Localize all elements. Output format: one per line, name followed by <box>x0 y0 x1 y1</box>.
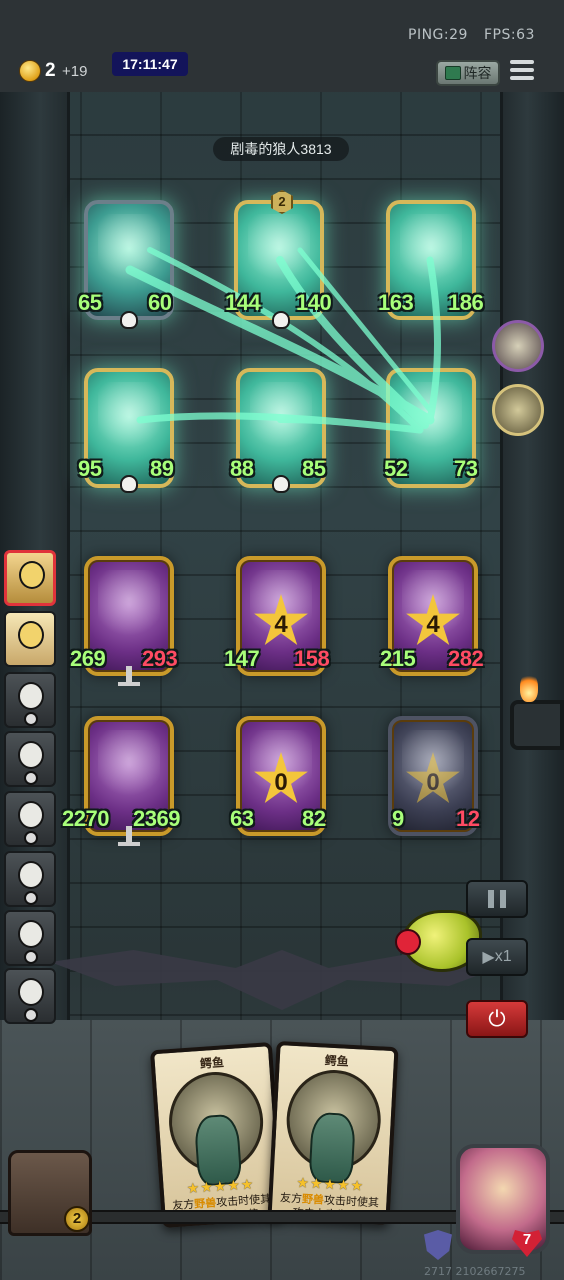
hand-card[interactable]: 鳄鱼 ★★★★★ 友方野兽攻击时使其攻击力变为3倍 <box>149 1041 285 1229</box>
menu-button[interactable] <box>510 60 534 82</box>
ally-health-value: 282 <box>448 646 484 671</box>
skull-icon <box>120 475 138 493</box>
player-portrait[interactable] <box>4 910 56 966</box>
enemy-health-value: 140 <box>296 290 332 315</box>
enemy-attack-value: 144 <box>225 290 261 315</box>
crocodile-icon <box>308 1111 357 1185</box>
exit-button[interactable]: ⏻ <box>466 1000 528 1038</box>
enemy-attack-value: 88 <box>230 456 254 481</box>
hand-card[interactable]: 鳄鱼 ★★★★★ 友方野兽攻击时使其攻击力变为3倍 <box>267 1040 399 1226</box>
ally-attack-value: 63 <box>230 806 254 831</box>
skull-icon <box>272 475 290 493</box>
lineup-button[interactable]: 阵容 <box>436 60 500 86</box>
enemy-name: 剧毒的狼人3813 <box>213 137 349 161</box>
torch-flame-icon <box>520 672 538 702</box>
gold-income: +19 <box>62 63 88 80</box>
power-icon: ⏻ <box>488 1006 506 1031</box>
wall-torch-holder <box>510 700 564 750</box>
ally-health-value: 82 <box>302 806 326 831</box>
ally-attack-value: 147 <box>224 646 260 671</box>
player-portrait[interactable] <box>4 672 56 728</box>
crocodile-icon <box>193 1113 243 1187</box>
enemy-relic-icon[interactable] <box>492 320 544 372</box>
player-portrait[interactable] <box>4 731 56 787</box>
card-art <box>165 1068 267 1187</box>
enemy-attack-value: 52 <box>384 456 408 481</box>
pause-icon <box>488 890 494 908</box>
gold-coin-icon <box>19 60 41 82</box>
speed-button[interactable]: ▶ x1 <box>466 938 528 976</box>
fps-readout: FPS:63 <box>484 27 535 43</box>
ally-health-value: 2369 <box>133 806 180 831</box>
ping-readout: PING:29 <box>408 27 468 43</box>
lineup-label: 阵容 <box>463 65 492 81</box>
book-icon <box>444 66 461 80</box>
enemy-health-value: 60 <box>148 290 172 315</box>
fast-forward-icon: ▶ <box>482 949 495 966</box>
round-timer: 17:11:47 <box>112 52 188 76</box>
enemy-attack-value: 95 <box>78 456 102 481</box>
enemy-relic-icon[interactable] <box>492 384 544 436</box>
ally-health-value: 12 <box>456 806 480 831</box>
enemy-health-value: 186 <box>448 290 484 315</box>
totem-icon <box>118 826 140 846</box>
enemy-health-value: 89 <box>150 456 174 481</box>
skull-icon <box>272 311 290 329</box>
player-portrait[interactable] <box>4 851 56 907</box>
player-portrait[interactable] <box>4 611 56 667</box>
ally-attack-value: 215 <box>380 646 416 671</box>
chest-count: 2 <box>64 1206 90 1232</box>
hamburger-icon <box>510 60 534 64</box>
ally-attack-value: 269 <box>70 646 106 671</box>
player-portrait[interactable] <box>4 791 56 847</box>
totem-icon <box>118 666 140 686</box>
skull-icon <box>120 311 138 329</box>
enemy-health-value: 73 <box>454 456 478 481</box>
ally-attack-value: 9 <box>392 806 404 831</box>
card-art <box>284 1067 384 1185</box>
ally-attack-value: 2270 <box>62 806 109 831</box>
speed-label: x1 <box>494 948 512 965</box>
pause-button[interactable] <box>466 880 528 918</box>
enemy-health-value: 85 <box>302 456 326 481</box>
ally-health-value: 158 <box>294 646 330 671</box>
enemy-attack-value: 163 <box>378 290 414 315</box>
card-title: 鳄鱼 <box>324 1053 350 1069</box>
enemy-attack-value: 65 <box>78 290 102 315</box>
player-portrait-active[interactable] <box>4 550 56 606</box>
session-id: 2717 2102667275 <box>424 1265 526 1278</box>
player-portrait[interactable] <box>4 968 56 1024</box>
ally-health-value: 293 <box>142 646 178 671</box>
gold-amount: 2 <box>45 60 56 81</box>
